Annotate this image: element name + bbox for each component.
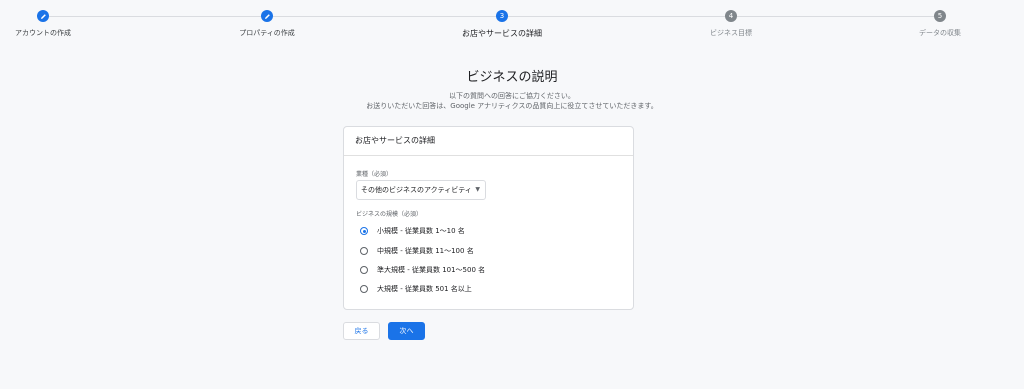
business-size-label: ビジネスの規模（必須） [356,211,423,218]
back-button[interactable]: 戻る [343,322,380,340]
stepper: アカウントの作成 プロパティの作成 3 お店やサービスの詳細 4 ビジネス目標 … [0,0,1024,50]
step-number: 5 [934,10,946,22]
step-data-collection: 5 データの収集 [860,10,1020,38]
business-details-card: お店やサービスの詳細 業種（必須） その他のビジネスのアクティビティ ▼ ビジネ… [343,126,634,310]
pencil-icon [261,10,273,22]
next-button[interactable]: 次へ [388,322,425,340]
radio-unchecked-icon[interactable] [360,266,368,274]
step-create-property[interactable]: プロパティの作成 [187,10,347,38]
size-option-medium[interactable]: 中規模 - 従業員数 11〜100 名 [360,245,474,257]
size-option-label: 小規模 - 従業員数 1〜10 名 [377,227,465,235]
step-label: ビジネス目標 [710,29,752,37]
pencil-icon [37,10,49,22]
step-create-account[interactable]: アカウントの作成 [0,10,123,38]
step-business-details: 3 お店やサービスの詳細 [422,10,582,39]
caret-down-icon: ▼ [475,186,480,193]
step-label: データの収集 [919,29,961,37]
size-option-label: 準大規模 - 従業員数 101〜500 名 [377,266,486,274]
card-title: お店やサービスの詳細 [344,127,633,156]
step-number: 4 [725,10,737,22]
step-business-goals: 4 ビジネス目標 [651,10,811,38]
step-label: プロパティの作成 [239,29,295,37]
industry-select[interactable]: その他のビジネスのアクティビティ ▼ [356,180,486,200]
page-subtitle: お送りいただいた回答は、Google アナリティクスの品質向上に役立てさせていた… [366,102,658,110]
radio-unchecked-icon[interactable] [360,285,368,293]
page-subtitle: 以下の質問への回答にご協力ください。 [449,92,575,100]
size-option-large[interactable]: 大規模 - 従業員数 501 名以上 [360,283,472,295]
radio-checked-icon[interactable] [360,227,368,235]
page-title: ビジネスの説明 [466,70,558,85]
step-label: アカウントの作成 [15,29,71,37]
industry-label: 業種（必須） [356,171,393,178]
size-option-label: 大規模 - 従業員数 501 名以上 [377,285,472,293]
step-number: 3 [496,10,508,22]
size-option-large-medium[interactable]: 準大規模 - 従業員数 101〜500 名 [360,264,485,276]
size-option-small[interactable]: 小規模 - 従業員数 1〜10 名 [360,225,465,237]
size-option-label: 中規模 - 従業員数 11〜100 名 [377,247,474,255]
radio-unchecked-icon[interactable] [360,247,368,255]
industry-select-value: その他のビジネスのアクティビティ [361,186,472,194]
step-label: お店やサービスの詳細 [462,29,542,38]
